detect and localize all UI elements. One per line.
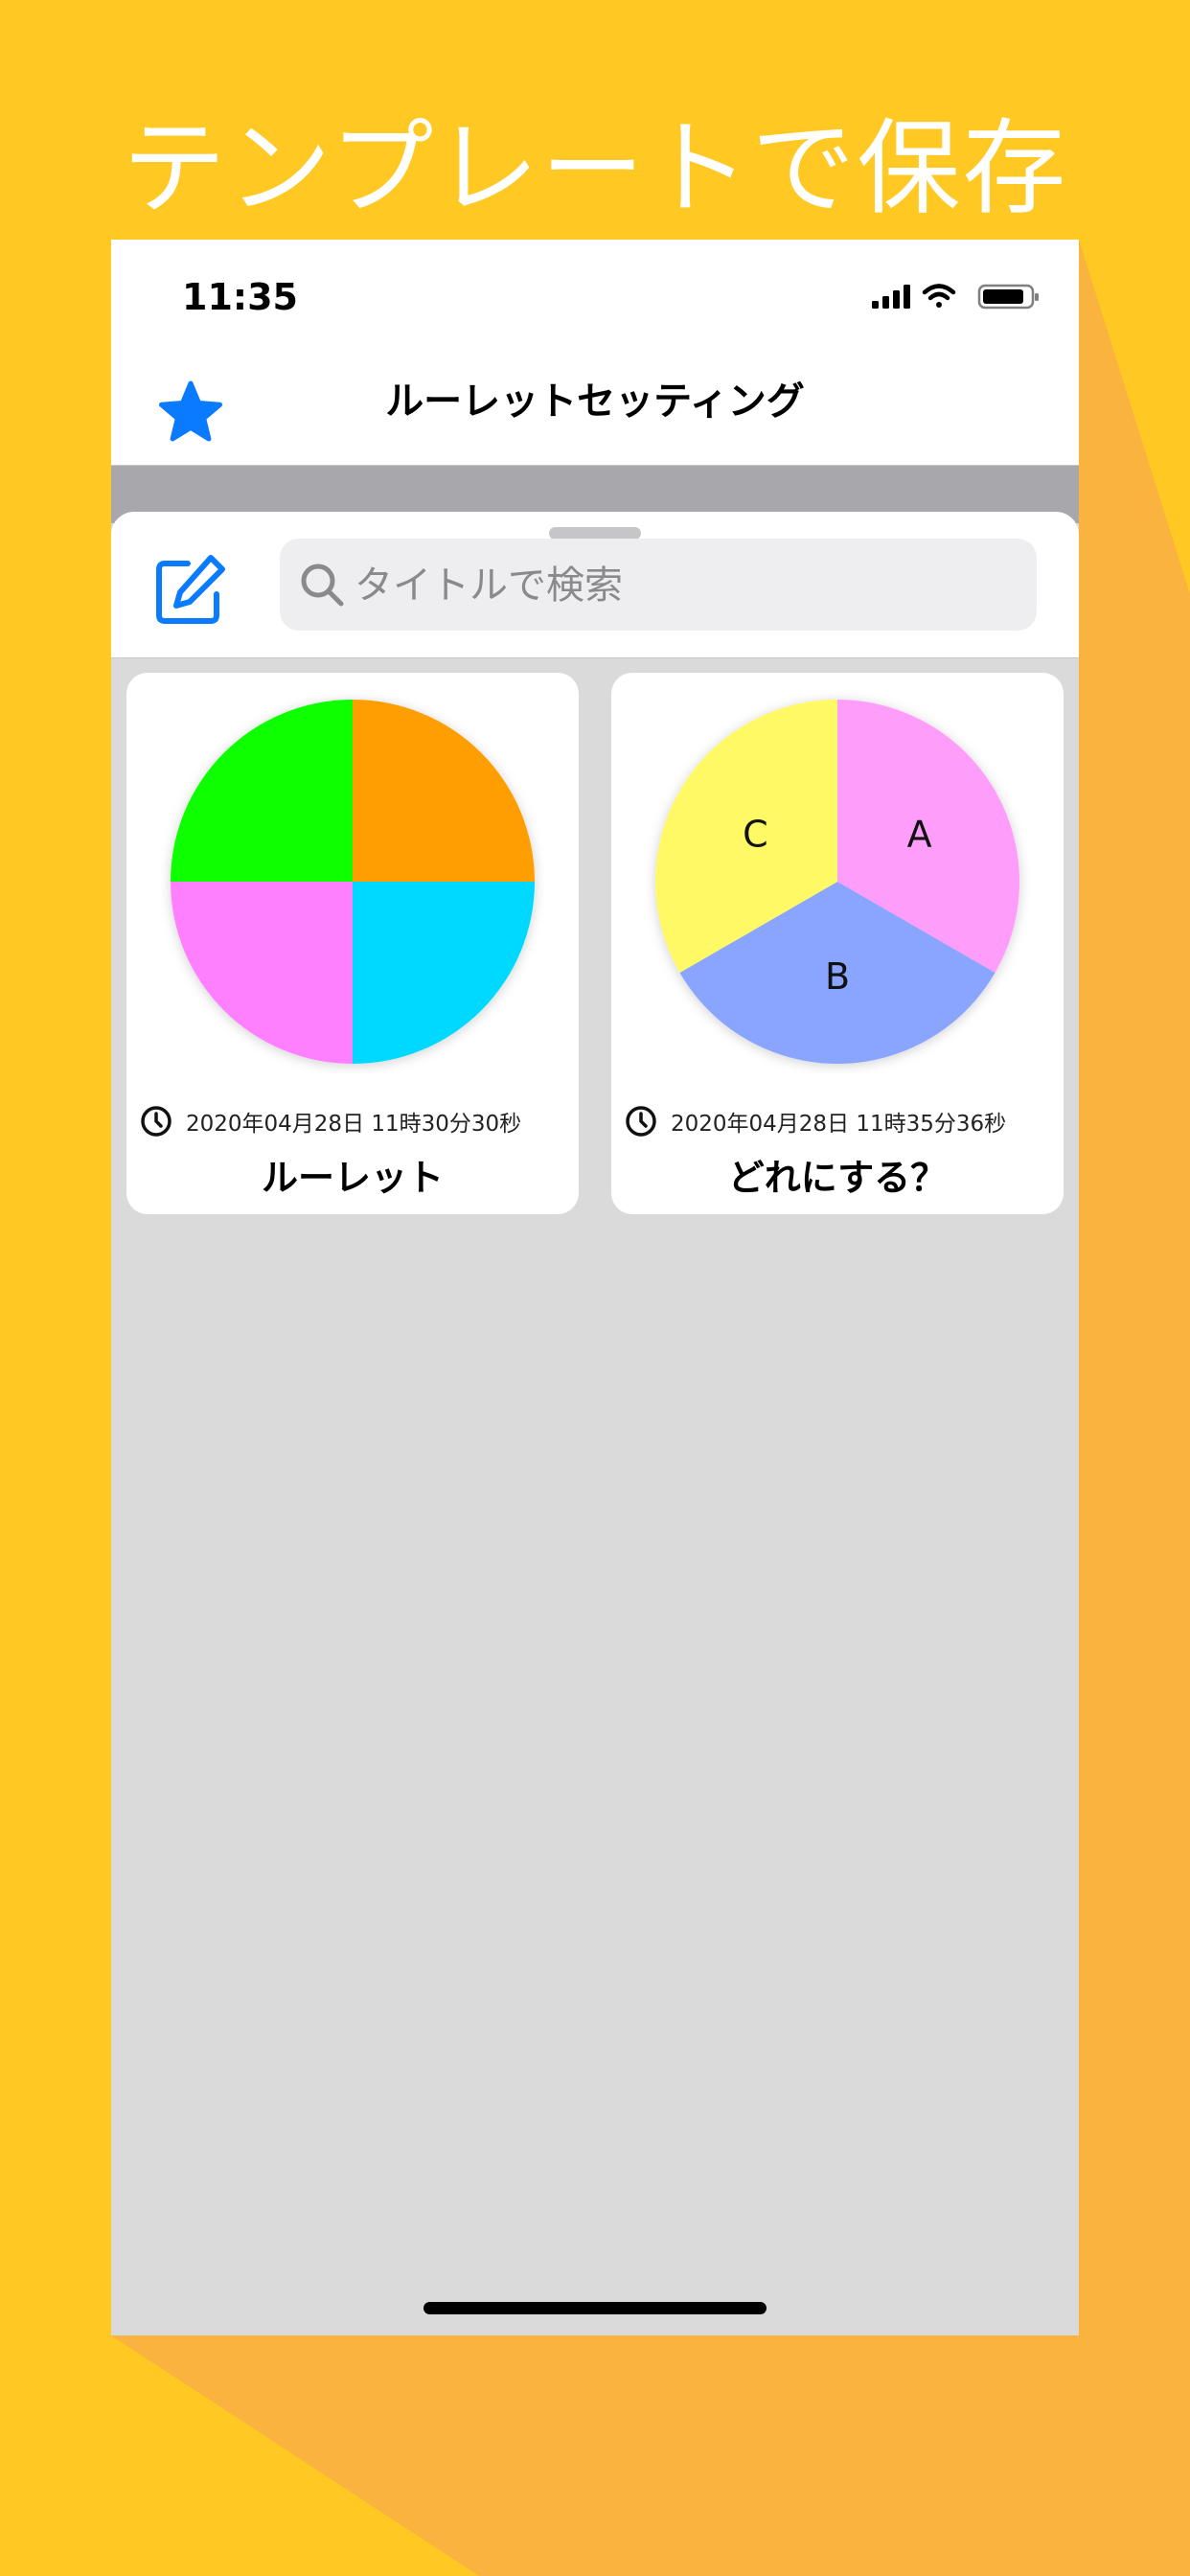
- search-icon: [301, 564, 344, 607]
- pie-slice: [171, 882, 353, 1064]
- pie-slice: [353, 700, 535, 882]
- wifi-icon: [922, 284, 956, 308]
- template-meta: 2020年04月28日 11時35分36秒: [625, 1102, 1056, 1140]
- template-date: 2020年04月28日 11時35分36秒: [671, 1112, 1007, 1137]
- edit-icon[interactable]: [153, 552, 228, 627]
- template-title: どれにする？: [727, 1157, 948, 1199]
- roulette-pie: A B C: [655, 700, 1019, 1064]
- phone-screen: 11:35 ルーレットセッティング タイトルで検索 2020年04月28日 11…: [111, 240, 1079, 2335]
- signal-icon: [872, 285, 910, 309]
- template-card[interactable]: A B C 2020年04月28日 11時35分36秒 どれにする？: [611, 673, 1064, 1214]
- pie-slice-label: A: [907, 814, 932, 856]
- pie-slice-label: B: [825, 955, 850, 998]
- clock-icon: [626, 1106, 656, 1137]
- template-title: ルーレット: [261, 1157, 444, 1199]
- navigation-bar: ルーレットセッティング: [111, 345, 1079, 466]
- template-card[interactable]: 2020年04月28日 11時30分30秒 ルーレット: [126, 673, 579, 1214]
- sheet-header: [111, 512, 1079, 658]
- pie-slice: [353, 882, 535, 1064]
- home-indicator[interactable]: [423, 2302, 767, 2314]
- status-time: 11:35: [182, 276, 298, 318]
- pie-slice-label: C: [743, 814, 768, 856]
- battery-icon: [977, 284, 1039, 310]
- status-bar: 11:35: [111, 240, 1079, 345]
- nav-title: ルーレットセッティング: [385, 380, 805, 424]
- search-bar[interactable]: [280, 539, 1037, 632]
- template-meta: 2020年04月28日 11時30分30秒: [140, 1102, 571, 1140]
- clock-icon: [141, 1106, 172, 1137]
- promo-headline: テンプレートで保存: [122, 109, 1068, 229]
- search-input[interactable]: [353, 539, 1018, 632]
- roulette-pie: [171, 700, 535, 1064]
- template-date: 2020年04月28日 11時30分30秒: [186, 1112, 522, 1137]
- pie-slice: [171, 700, 353, 882]
- status-icons: [872, 284, 1039, 310]
